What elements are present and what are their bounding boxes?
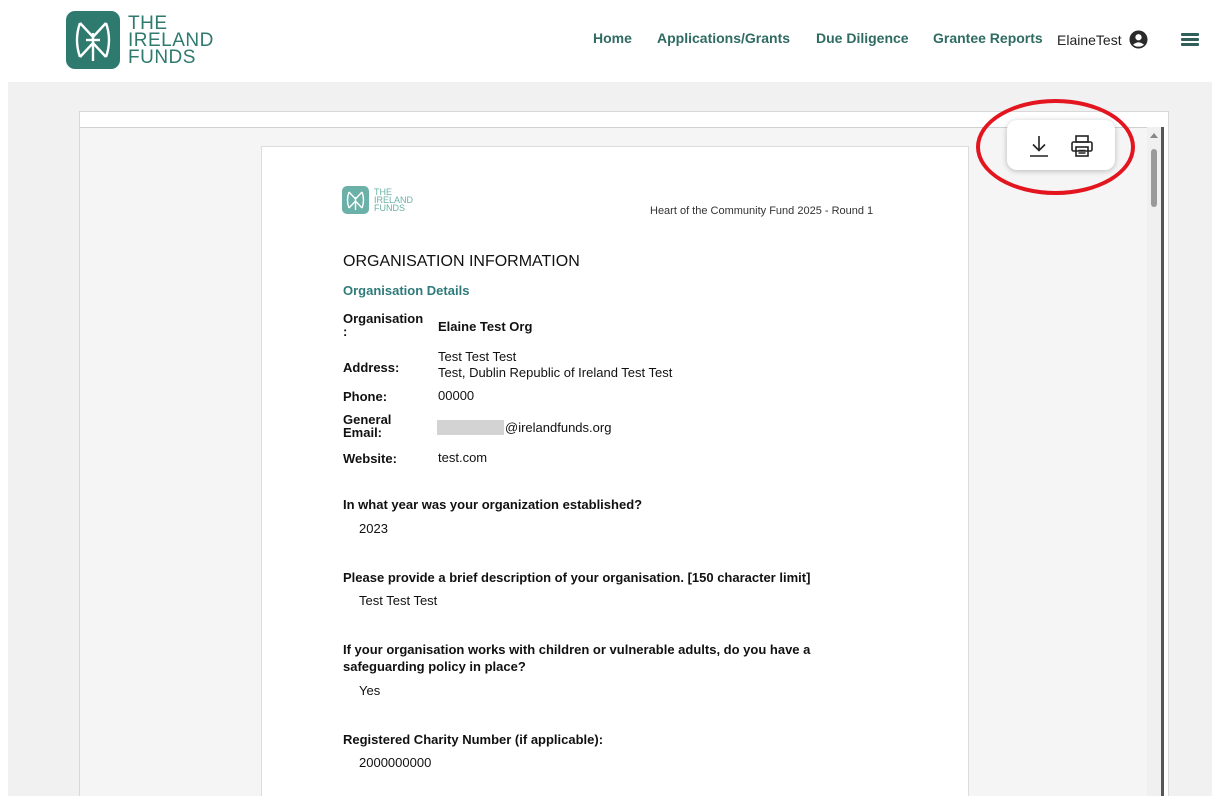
- red-highlight-circle: [976, 99, 1135, 195]
- email-value: @irelandfunds.org: [437, 420, 611, 435]
- logo-line-the: THE: [128, 12, 168, 34]
- fund-name: Heart of the Community Fund 2025 - Round…: [650, 205, 874, 217]
- doc-logo-line-funds: FUNDS: [374, 203, 405, 213]
- answer-1: 2023: [359, 521, 388, 536]
- hamburger-menu-icon[interactable]: [1181, 33, 1199, 47]
- pdf-page: [261, 146, 969, 796]
- document-logo: THE IRELAND FUNDS: [342, 186, 413, 214]
- address-line-1: Test Test Test: [438, 349, 517, 364]
- ireland-funds-logo[interactable]: THE IRELAND FUNDS: [66, 11, 214, 69]
- user-account-icon: [1129, 30, 1148, 49]
- logo-line-funds: FUNDS: [128, 46, 196, 68]
- subsection-title: Organisation Details: [343, 283, 470, 298]
- answer-2: Test Test Test: [359, 593, 438, 608]
- nav-grantee-reports[interactable]: Grantee Reports: [933, 30, 1043, 46]
- email-domain: @irelandfunds.org: [505, 420, 612, 435]
- email-label: General Email:: [343, 413, 391, 439]
- logo-text: THE IRELAND FUNDS: [128, 12, 214, 68]
- vertical-scrollbar[interactable]: [1147, 127, 1161, 796]
- email-label-line2: Email:: [343, 425, 383, 440]
- address-line-2: Test, Dublin Republic of Ireland Test Te…: [438, 365, 673, 380]
- question-1: In what year was your organization estab…: [343, 497, 643, 512]
- organisation-value: Elaine Test Org: [438, 319, 533, 334]
- nav-home[interactable]: Home: [593, 30, 632, 46]
- nav-due-diligence[interactable]: Due Diligence: [816, 30, 909, 46]
- organisation-label: Organisation :: [343, 312, 423, 338]
- nav-applications-grants[interactable]: Applications/Grants: [657, 30, 790, 46]
- question-3: If your organisation works with children…: [343, 642, 811, 674]
- organisation-label-line2: :: [343, 324, 348, 339]
- organisation-label-line1: Organisation: [343, 311, 424, 326]
- logo-line-ireland: IRELAND: [128, 29, 214, 51]
- question-2: Please provide a brief description of yo…: [343, 570, 811, 585]
- document-logo-text: THE IRELAND FUNDS: [374, 188, 413, 213]
- answer-3: Yes: [359, 683, 381, 698]
- site-header: THE IRELAND FUNDS Home Applications/Gran…: [0, 0, 1212, 82]
- address-label: Address:: [343, 360, 400, 375]
- phone-label: Phone:: [343, 389, 388, 404]
- website-label: Website:: [343, 451, 397, 466]
- user-menu[interactable]: ElaineTest: [1057, 30, 1148, 49]
- viewer-edge: [1161, 127, 1164, 796]
- section-title: ORGANISATION INFORMATION: [343, 253, 580, 270]
- username: ElaineTest: [1057, 31, 1122, 48]
- document-logo-icon: [342, 186, 369, 214]
- scroll-up-arrow-icon[interactable]: [1150, 133, 1158, 138]
- answer-4: 2000000000: [359, 755, 432, 770]
- website-value: test.com: [438, 450, 488, 465]
- phone-value: 00000: [438, 388, 475, 403]
- scroll-thumb[interactable]: [1151, 149, 1157, 207]
- question-4: Registered Charity Number (if applicable…: [343, 732, 604, 747]
- redacted-block: [437, 420, 504, 435]
- shamrock-logo-icon: [66, 11, 120, 69]
